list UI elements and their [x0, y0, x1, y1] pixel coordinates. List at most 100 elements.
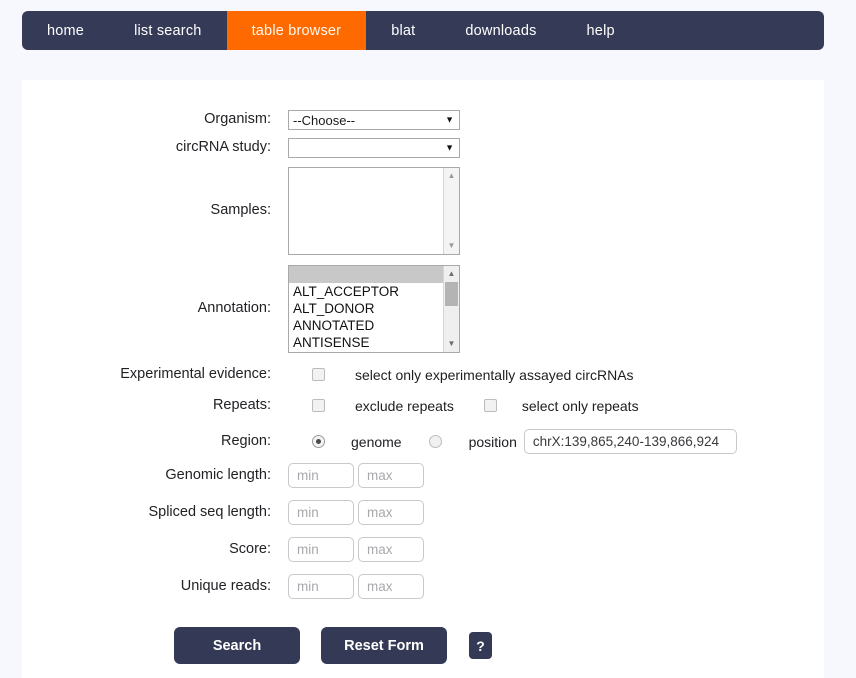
repeats-label: Repeats:: [212, 397, 271, 413]
score-max-input[interactable]: max: [358, 537, 424, 562]
row-organism: Organism: --Choose-- ▼: [22, 110, 460, 130]
scroll-up-icon[interactable]: ▲: [444, 169, 459, 183]
chevron-down-icon: ▼: [445, 114, 454, 125]
organism-control: --Choose-- ▼: [288, 110, 460, 130]
organism-select[interactable]: --Choose-- ▼: [288, 110, 460, 130]
search-button-label: Search: [212, 637, 262, 654]
chevron-down-icon: ▼: [445, 142, 454, 153]
annotation-option-0[interactable]: [289, 266, 459, 283]
nav-item-label: list search: [134, 22, 202, 39]
score-label: Score:: [229, 540, 271, 557]
region-position-input-value: chrX:139,865,240-139,866,924: [532, 434, 720, 449]
samples-control: ▲ ▼: [288, 167, 460, 255]
nav-item-home[interactable]: home: [22, 11, 109, 50]
annotation-option-2[interactable]: ALT_DONOR: [289, 300, 459, 317]
annotation-option-1[interactable]: ALT_ACCEPTOR: [289, 283, 459, 300]
search-button[interactable]: Search: [174, 627, 300, 664]
region-position-label[interactable]: position: [469, 434, 517, 450]
score-control: min max: [288, 537, 424, 562]
spliced-seq-length-max-input[interactable]: max: [358, 500, 424, 525]
row-samples: Samples: ▲ ▼: [22, 167, 460, 255]
reset-form-button-label: Reset Form: [344, 637, 424, 654]
score-min-placeholder: min: [297, 542, 319, 557]
genomic-length-control: min max: [288, 463, 424, 488]
nav-item-help[interactable]: help: [562, 11, 640, 50]
select-only-repeats-label[interactable]: select only repeats: [522, 398, 639, 414]
unique-reads-max-input[interactable]: max: [358, 574, 424, 599]
unique-reads-min-placeholder: min: [297, 579, 319, 594]
nav-item-label: downloads: [465, 22, 537, 39]
nav-item-downloads[interactable]: downloads: [440, 11, 561, 50]
experimental-evidence-checkbox-label[interactable]: select only experimentally assayed circR…: [355, 367, 634, 383]
nav-item-list-search[interactable]: list search: [109, 11, 226, 50]
genomic-length-min-input[interactable]: min: [288, 463, 354, 488]
genomic-length-max-placeholder: max: [367, 468, 393, 483]
unique-reads-label: Unique reads:: [180, 577, 271, 594]
experimental-evidence-label: Experimental evidence:: [120, 366, 271, 382]
score-max-placeholder: max: [367, 542, 393, 557]
nav-item-label: home: [47, 22, 85, 39]
annotation-option-3[interactable]: ANNOTATED: [289, 317, 459, 334]
region-control: genome position chrX:139,865,240-139,866…: [288, 429, 737, 454]
repeats-control: exclude repeats select only repeats: [288, 398, 639, 414]
reset-form-button[interactable]: Reset Form: [321, 627, 447, 664]
organism-select-value: --Choose--: [293, 112, 356, 128]
circrna-study-select[interactable]: ▼: [288, 138, 460, 158]
spliced-seq-length-min-input[interactable]: min: [288, 500, 354, 525]
page-root: home list search table browser blat down…: [0, 0, 856, 678]
region-genome-label[interactable]: genome: [351, 434, 402, 450]
row-repeats: Repeats: exclude repeats select only rep…: [22, 397, 639, 414]
experimental-evidence-checkbox[interactable]: [312, 368, 325, 382]
scroll-up-icon[interactable]: ▲: [444, 267, 459, 281]
organism-label: Organism:: [204, 111, 271, 128]
nav-item-label: help: [586, 22, 615, 39]
form-actions: Search Reset Form ?: [174, 627, 492, 664]
main-navigation: home list search table browser blat down…: [22, 11, 824, 50]
row-score: Score: min max: [22, 537, 424, 562]
spliced-seq-length-min-placeholder: min: [297, 505, 319, 520]
experimental-evidence-control: select only experimentally assayed circR…: [288, 367, 634, 383]
annotation-scrollbar[interactable]: ▲ ▼: [443, 266, 459, 352]
exclude-repeats-label[interactable]: exclude repeats: [355, 398, 454, 414]
unique-reads-min-input[interactable]: min: [288, 574, 354, 599]
unique-reads-control: min max: [288, 574, 424, 599]
exclude-repeats-checkbox[interactable]: [312, 399, 325, 413]
row-annotation: Annotation: ALT_ACCEPTOR ALT_DONOR ANNOT…: [22, 265, 460, 353]
row-genomic-length: Genomic length: min max: [22, 463, 424, 488]
samples-label: Samples:: [210, 202, 271, 219]
nav-item-blat[interactable]: blat: [366, 11, 440, 50]
scroll-down-icon[interactable]: ▼: [444, 337, 459, 351]
scrollbar-thumb[interactable]: [445, 282, 458, 306]
nav-item-table-browser[interactable]: table browser: [226, 11, 367, 50]
annotation-label: Annotation:: [197, 300, 271, 317]
score-min-input[interactable]: min: [288, 537, 354, 562]
circrna-study-control: ▼: [288, 138, 460, 158]
select-only-repeats-checkbox[interactable]: [483, 399, 497, 413]
help-button[interactable]: ?: [469, 632, 492, 659]
annotation-option-4[interactable]: ANTISENSE: [289, 334, 459, 351]
row-spliced-seq-length: Spliced seq length: min max: [22, 500, 424, 525]
row-region: Region: genome position chrX:139,865,240…: [22, 429, 737, 454]
annotation-listbox[interactable]: ALT_ACCEPTOR ALT_DONOR ANNOTATED ANTISEN…: [288, 265, 460, 353]
region-genome-radio[interactable]: [312, 435, 325, 448]
genomic-length-min-placeholder: min: [297, 468, 319, 483]
spliced-seq-length-max-placeholder: max: [367, 505, 393, 520]
scroll-down-icon[interactable]: ▼: [444, 239, 459, 253]
annotation-control: ALT_ACCEPTOR ALT_DONOR ANNOTATED ANTISEN…: [288, 265, 460, 353]
spliced-seq-length-label: Spliced seq length:: [148, 503, 271, 520]
samples-listbox[interactable]: ▲ ▼: [288, 167, 460, 255]
spliced-seq-length-control: min max: [288, 500, 424, 525]
region-position-input[interactable]: chrX:139,865,240-139,866,924: [523, 429, 737, 454]
circrna-study-label: circRNA study:: [175, 139, 271, 156]
samples-scrollbar[interactable]: ▲ ▼: [443, 168, 459, 254]
row-experimental-evidence: Experimental evidence: select only exper…: [22, 366, 634, 383]
content-panel: Organism: --Choose-- ▼ circRNA study: ▼: [22, 80, 824, 678]
genomic-length-max-input[interactable]: max: [358, 463, 424, 488]
genomic-length-label: Genomic length:: [165, 466, 271, 483]
row-unique-reads: Unique reads: min max: [22, 574, 424, 599]
nav-item-label: blat: [391, 22, 416, 39]
region-label: Region:: [221, 432, 271, 449]
help-icon: ?: [476, 637, 485, 654]
region-position-radio[interactable]: [428, 435, 442, 448]
nav-item-label: table browser: [251, 22, 342, 39]
